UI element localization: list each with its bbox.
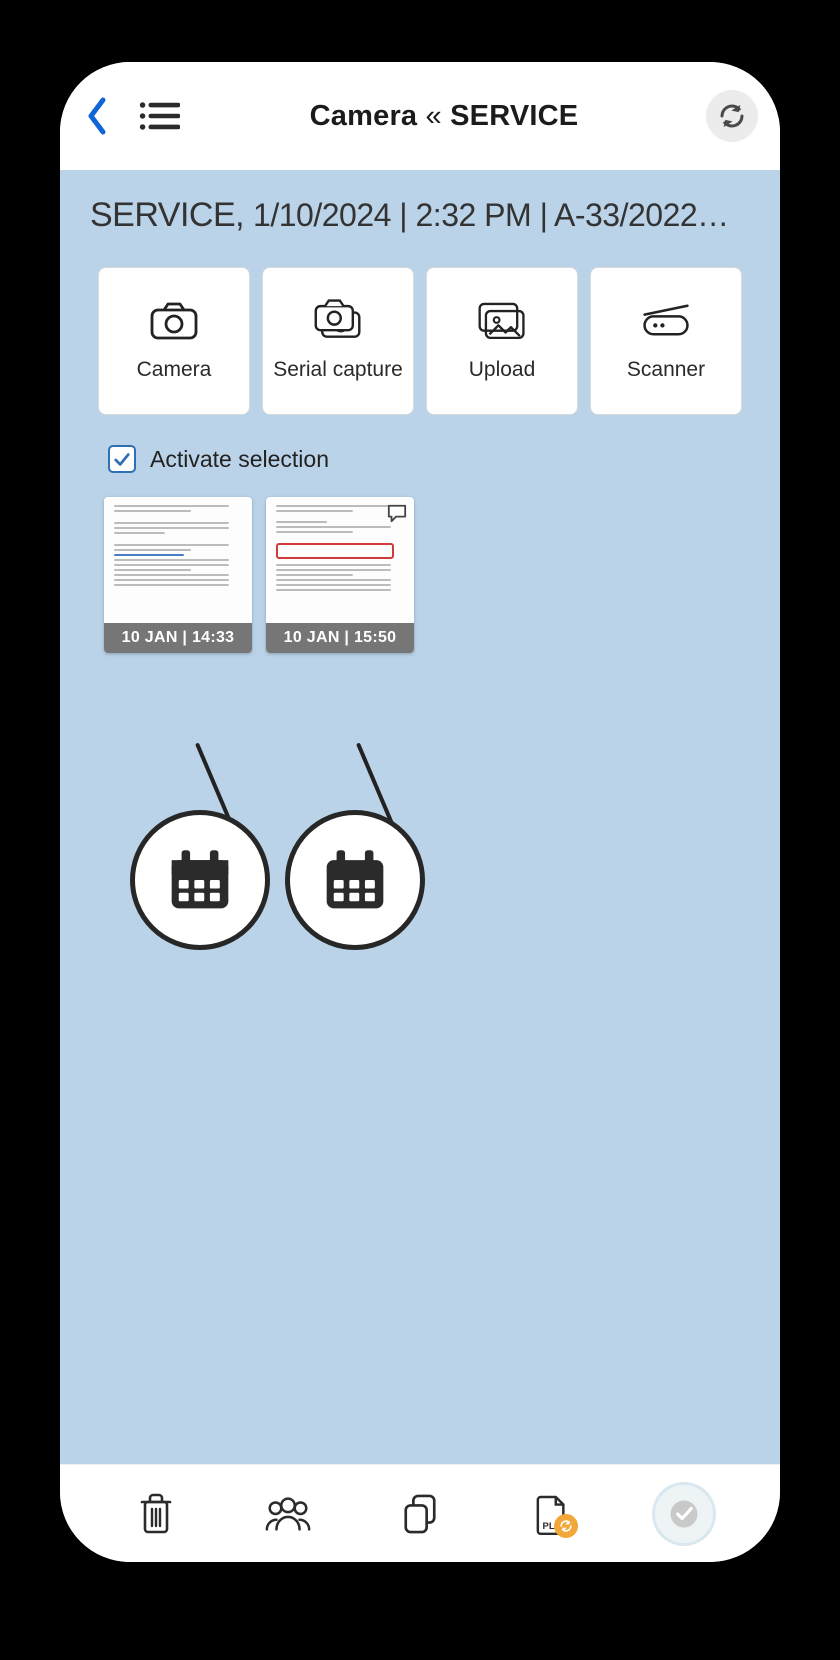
thumbnail-row: 10 JAN | 14:33 10 JAN | 15:50: [104, 497, 750, 653]
serial-capture-icon: [313, 300, 363, 340]
bottom-placeholder-button[interactable]: PL: [522, 1484, 582, 1544]
scanner-icon: [641, 300, 691, 340]
context-line: SERVICE, 1/10/2024 | 2:32 PM | A-33/2022…: [90, 196, 750, 235]
tile-camera-label: Camera: [137, 358, 212, 382]
tile-upload[interactable]: Upload: [426, 267, 578, 415]
thumbnail-caption: 10 JAN | 15:50: [266, 623, 414, 653]
thumbnail-item[interactable]: 10 JAN | 14:33: [104, 497, 252, 653]
check-icon: [113, 450, 131, 468]
context-rest: 1/10/2024 | 2:32 PM | A-33/2022…: [253, 197, 729, 233]
callout-calendar-1[interactable]: [130, 810, 270, 950]
title-separator: «: [426, 100, 442, 132]
page-title: Camera « SERVICE: [196, 100, 692, 133]
refresh-button[interactable]: [706, 90, 758, 142]
tile-camera[interactable]: Camera: [98, 267, 250, 415]
comment-icon: [386, 503, 408, 523]
trash-icon: [136, 1492, 176, 1536]
phone-frame: Camera « SERVICE SERVICE, 1/10/2024 | 2:…: [60, 62, 780, 1562]
calendar-icon: [321, 846, 389, 914]
tile-serial-capture[interactable]: Serial capture: [262, 267, 414, 415]
title-prefix: Camera: [310, 100, 418, 132]
bottom-confirm-button[interactable]: [654, 1484, 714, 1544]
copy-icon: [401, 1493, 439, 1535]
content-area: SERVICE, 1/10/2024 | 2:32 PM | A-33/2022…: [60, 170, 780, 1464]
activate-selection-checkbox[interactable]: [108, 445, 136, 473]
thumbnail-caption: 10 JAN | 14:33: [104, 623, 252, 653]
camera-icon: [149, 300, 199, 340]
bottom-copy-button[interactable]: [390, 1484, 450, 1544]
svg-text:PL: PL: [543, 1521, 555, 1532]
tile-serial-label: Serial capture: [273, 358, 403, 382]
thumbnail-item[interactable]: 10 JAN | 15:50: [266, 497, 414, 653]
tile-scanner-label: Scanner: [627, 358, 705, 382]
list-icon: [138, 99, 180, 133]
tile-upload-label: Upload: [469, 358, 536, 382]
back-button[interactable]: [78, 86, 116, 146]
action-tiles: Camera Serial capture: [90, 267, 750, 415]
top-bar: Camera « SERVICE: [60, 62, 780, 170]
bottom-trash-button[interactable]: [126, 1484, 186, 1544]
calendar-icon: [166, 846, 234, 914]
list-menu-button[interactable]: [136, 96, 182, 136]
bottom-group-button[interactable]: [258, 1484, 318, 1544]
callout-calendar-2[interactable]: [285, 810, 425, 950]
confirm-check-icon: [666, 1496, 702, 1532]
title-suffix: SERVICE: [450, 100, 578, 132]
sync-badge-icon: [554, 1514, 578, 1538]
activate-selection-label: Activate selection: [150, 446, 329, 473]
bottom-nav: PL: [60, 1464, 780, 1562]
group-icon: [263, 1494, 313, 1534]
refresh-icon: [717, 101, 747, 131]
tile-scanner[interactable]: Scanner: [590, 267, 742, 415]
activate-selection-row: Activate selection: [108, 445, 750, 473]
upload-icon: [477, 300, 527, 340]
context-strong: SERVICE,: [90, 196, 253, 234]
chevron-left-icon: [85, 96, 109, 136]
